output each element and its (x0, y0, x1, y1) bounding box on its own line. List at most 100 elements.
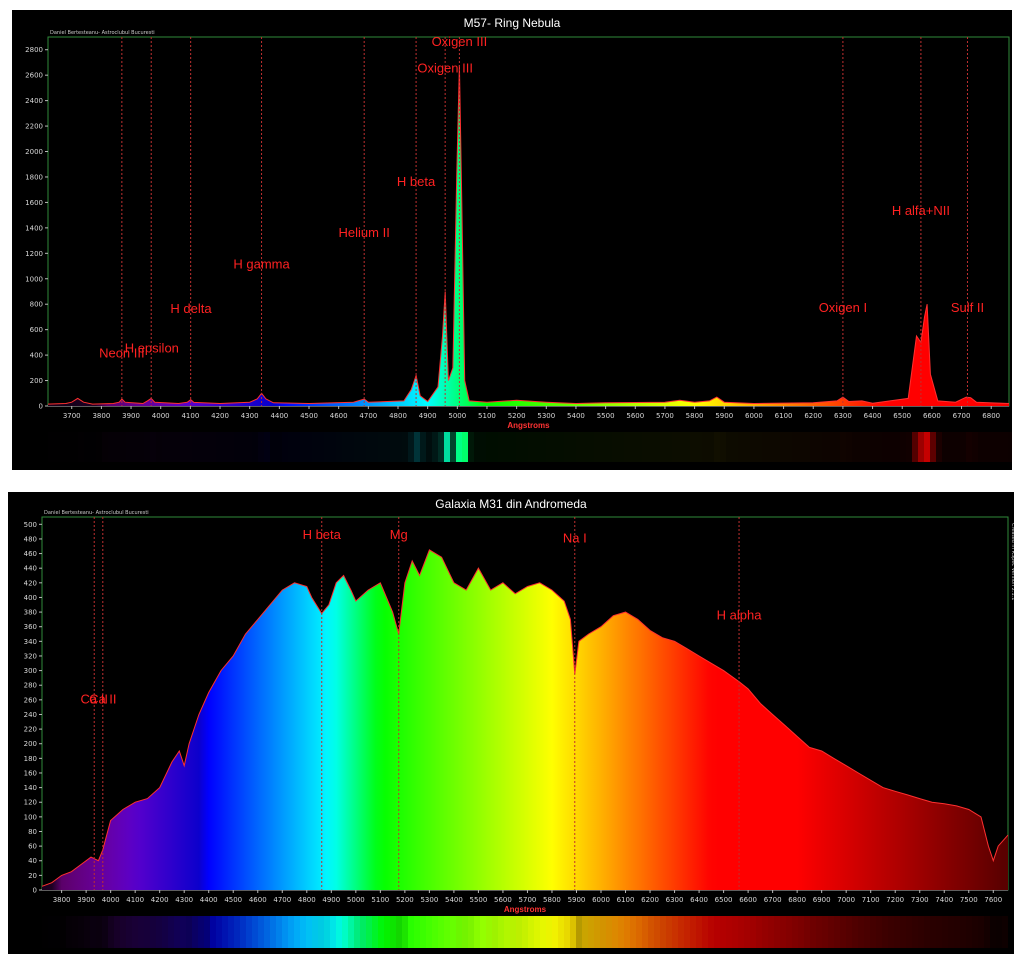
x-tick-label: 5300 (537, 412, 555, 420)
line-annotation: Ca II (89, 692, 116, 707)
spectrum-strip-slice (534, 916, 540, 948)
x-axis-title: Angstroms (507, 421, 550, 430)
x-tick-label: 4900 (419, 412, 437, 420)
spectrum-strip-slice (858, 916, 864, 948)
y-tick-label: 200 (30, 377, 43, 385)
spectrum-strip-slice (294, 916, 300, 948)
x-tick-label: 4700 (273, 896, 291, 904)
x-tick-label: 5600 (626, 412, 644, 420)
spectrum-strip-slice (258, 432, 264, 462)
author-credit: Daniel Bertesteanu- Astroclubul Bucurest… (50, 30, 155, 36)
x-tick-label: 5100 (478, 412, 496, 420)
spectrum-area (48, 65, 1009, 406)
spectrum-strip-slice (642, 432, 648, 462)
x-tick-label: 6400 (690, 896, 708, 904)
y-tick-label: 220 (24, 726, 37, 734)
x-tick-label: 6100 (617, 896, 635, 904)
spectrum-strip-slice (390, 916, 396, 948)
spectrum-strip-slice (918, 432, 924, 462)
spectrum-strip-slice (240, 432, 246, 462)
spectrum-strip-slice (276, 916, 282, 948)
spectrum-strip-slice (972, 432, 978, 462)
spectrum-strip-slice (696, 432, 702, 462)
spectrum-strip-slice (852, 916, 858, 948)
spectrum-strip-slice (300, 432, 306, 462)
spectrum-strip-slice (666, 432, 672, 462)
spectrum-strip-slice (972, 916, 978, 948)
spectrum-strip-slice (576, 916, 582, 948)
spectrum-strip-slice (522, 432, 528, 462)
x-tick-label: 6200 (641, 896, 659, 904)
spectrum-strip-slice (570, 432, 576, 462)
spectrum-strip-slice (192, 916, 198, 948)
spectrum-strip-slice (66, 916, 72, 948)
spectrum-strip-slice (870, 916, 876, 948)
spectrum-strip-slice (552, 916, 558, 948)
spectrum-strip-slice (714, 916, 720, 948)
spectrum-strip-slice (888, 432, 894, 462)
spectrum-strip-slice (306, 432, 312, 462)
spectrum-strip-slice (396, 916, 402, 948)
y-tick-label: 420 (24, 579, 37, 587)
x-tick-label: 4300 (241, 412, 259, 420)
x-tick-label: 5900 (568, 896, 586, 904)
spectrum-strip-slice (498, 432, 504, 462)
spectrum-strip-slice (636, 916, 642, 948)
spectrum-strip-slice (816, 916, 822, 948)
spectrum-strip-slice (312, 916, 318, 948)
spectrum-strip-slice (54, 916, 60, 948)
spectrum-strip-slice (540, 916, 546, 948)
y-tick-label: 400 (30, 352, 43, 360)
spectrum-strip-slice (678, 432, 684, 462)
spectrum-strip-slice (168, 432, 174, 462)
spectrum-strip-slice (96, 916, 102, 948)
x-tick-label: 5900 (715, 412, 733, 420)
y-tick-label: 20 (28, 872, 37, 880)
x-tick-label: 6000 (592, 896, 610, 904)
spectrum-strip-slice (690, 916, 696, 948)
spectrum-strip-slice (630, 432, 636, 462)
spectrum-strip-slice (612, 432, 618, 462)
spectrum-strip-slice (252, 916, 258, 948)
spectrum-strip-slice (162, 432, 168, 462)
spectrum-strip-slice (84, 432, 90, 462)
spectrum-strip-slice (846, 432, 852, 462)
spectrum-strip-slice (372, 432, 378, 462)
spectrum-strip-slice (180, 916, 186, 948)
spectrum-strip-slice (78, 916, 84, 948)
spectrum-strip-slice (564, 916, 570, 948)
spectrum-strip-slice (474, 916, 480, 948)
spectrum-strip-slice (594, 432, 600, 462)
spectrum-strip-slice (480, 916, 486, 948)
spectrum-strip-slice (354, 432, 360, 462)
spectrum-strip-slice (402, 432, 408, 462)
spectrum-strip-slice (768, 432, 774, 462)
spectrum-strip-slice (606, 432, 612, 462)
spectrum-strip-slice (432, 916, 438, 948)
spectrum-strip-slice (864, 916, 870, 948)
spectrum-strip-slice (432, 432, 438, 462)
spectrum-strip-slice (492, 916, 498, 948)
spectrum-strip-slice (390, 432, 396, 462)
plot-frame (47, 36, 1010, 407)
line-annotation: Oxigen I (819, 300, 867, 315)
y-tick-label: 100 (24, 813, 37, 821)
spectrum-strip-slice (804, 916, 810, 948)
x-tick-label: 4000 (152, 412, 170, 420)
x-tick-label: 4500 (224, 896, 242, 904)
spectrum-strip-slice (726, 432, 732, 462)
spectrum-strip-slice (288, 916, 294, 948)
spectrum-strip-slice (408, 916, 414, 948)
line-annotation: H delta (170, 301, 212, 316)
spectrum-strip-slice (144, 432, 150, 462)
spectrum-strip-slice (804, 432, 810, 462)
line-annotation: Mg (390, 527, 408, 542)
spectrum-strip-slice (672, 916, 678, 948)
spectrum-strip-slice (456, 916, 462, 948)
spectrum-strip-slice (486, 916, 492, 948)
spectrum-strip-slice (600, 916, 606, 948)
line-annotation: H beta (397, 174, 436, 189)
ring-nebula-chart-panel: M57- Ring Nebula 0 200 400 600 800 1000 1200 14… (12, 10, 1012, 470)
x-tick-label: 5100 (371, 896, 389, 904)
spectrum-strip-slice (816, 432, 822, 462)
